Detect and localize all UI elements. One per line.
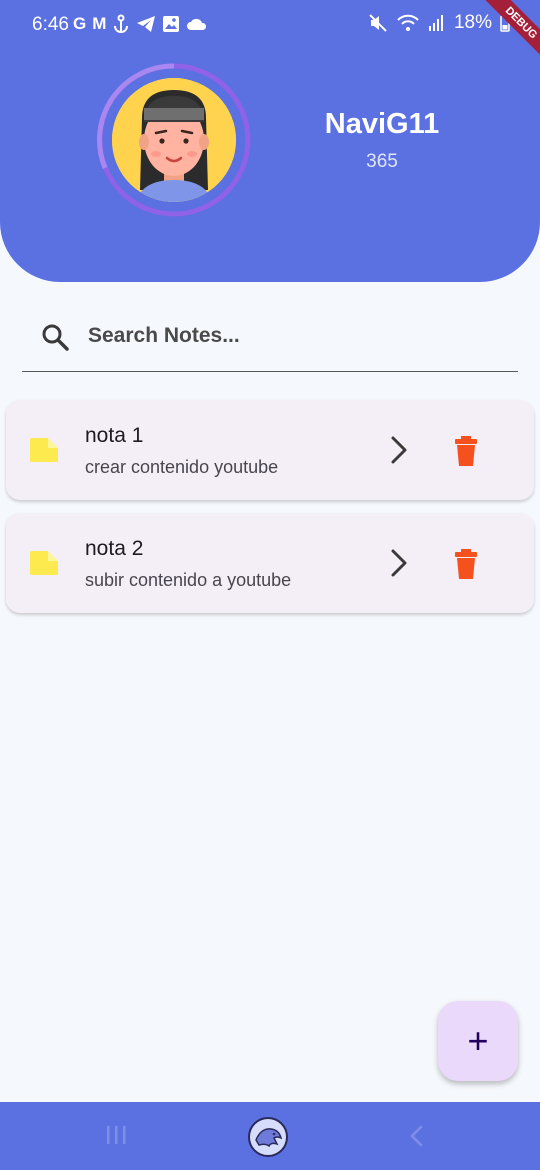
note-subtitle: subir contenido a youtube: [85, 570, 292, 590]
note-file-icon: [30, 438, 58, 462]
mute-icon: [369, 14, 387, 32]
note-file-icon: [30, 551, 58, 575]
back-icon[interactable]: [408, 1124, 424, 1148]
gmail-icon: M: [92, 14, 107, 33]
delete-icon[interactable]: [454, 436, 478, 466]
home-icon[interactable]: [247, 1116, 289, 1158]
gallery-icon: [163, 16, 180, 32]
cloud-icon: [187, 18, 207, 30]
status-bar: 6:46 G M 18%: [0, 0, 540, 50]
signal-icon: [428, 15, 443, 31]
wifi-icon: [397, 14, 419, 31]
profile-header: 6:46 G M 18% DEBUG NaviG11 365: [0, 0, 540, 282]
recents-icon[interactable]: [104, 1124, 128, 1146]
search-field[interactable]: [22, 308, 518, 372]
profile-name: NaviG11: [324, 108, 440, 140]
avatar-image: [112, 78, 236, 202]
anchor-icon: [114, 14, 129, 34]
profile-count: 365: [366, 151, 398, 172]
delete-icon[interactable]: [454, 549, 478, 579]
status-time: 6:46: [32, 14, 69, 35]
search-input[interactable]: [88, 314, 508, 358]
note-title: nota 1: [85, 424, 144, 447]
notification-icons: G M: [73, 12, 208, 36]
google-icon: G: [73, 14, 87, 33]
list-item[interactable]: nota 1 crear contenido youtube: [6, 400, 534, 500]
chevron-right-icon[interactable]: [386, 434, 412, 466]
note-title: nota 2: [85, 537, 144, 560]
system-navigation-bar: [0, 1102, 540, 1170]
add-note-button[interactable]: +: [438, 1001, 518, 1081]
telegram-icon: [137, 16, 156, 32]
search-icon: [42, 324, 69, 351]
list-item[interactable]: nota 2 subir contenido a youtube: [6, 513, 534, 613]
system-status: 18%: [368, 12, 510, 34]
battery-level: 18%: [453, 12, 492, 33]
avatar[interactable]: [96, 62, 252, 218]
note-subtitle: crear contenido youtube: [85, 457, 279, 477]
chevron-right-icon[interactable]: [386, 547, 412, 579]
screen: 6:46 G M 18% DEBUG NaviG11 365 Search No…: [0, 0, 540, 1170]
